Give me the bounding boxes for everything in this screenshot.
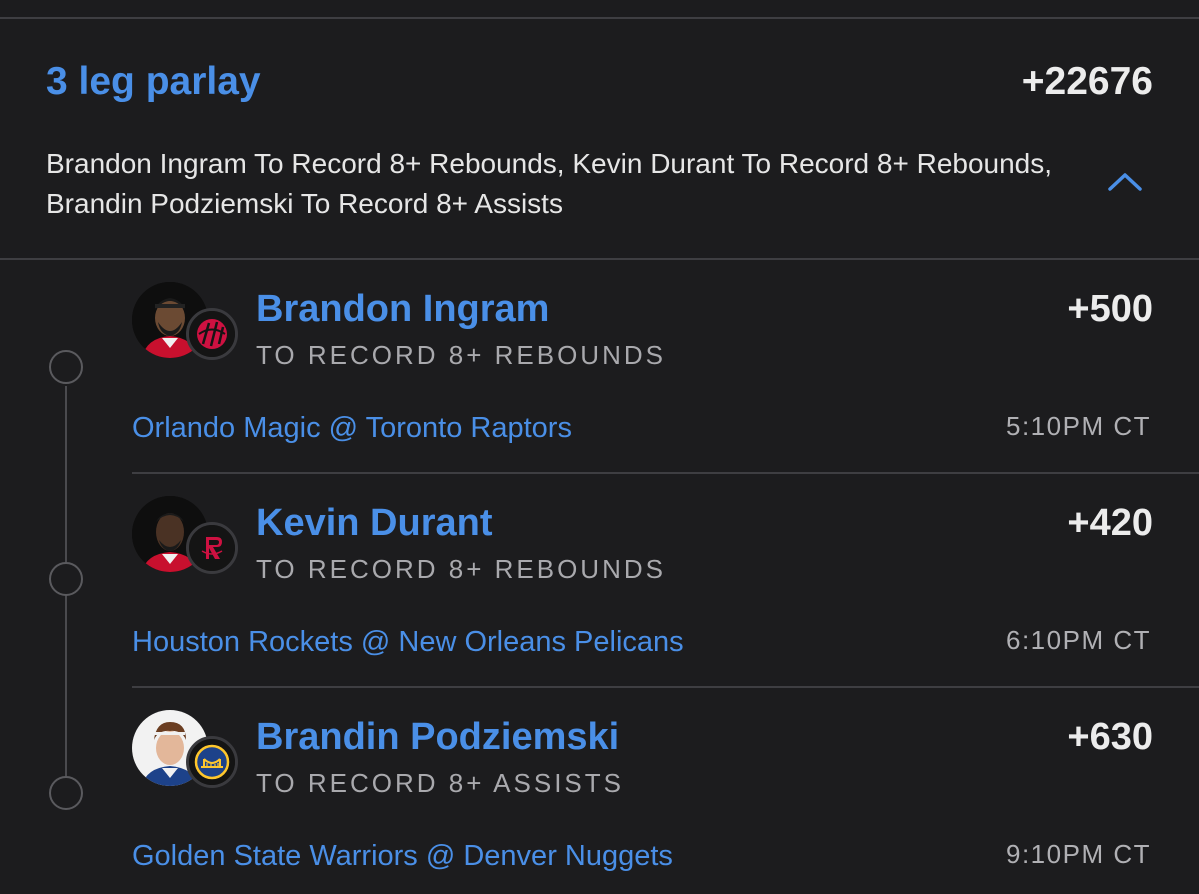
- parlay-title[interactable]: 3 leg parlay: [46, 58, 261, 106]
- player-name[interactable]: Kevin Durant: [256, 500, 492, 546]
- game-link[interactable]: Orlando Magic @ Toronto Raptors: [132, 410, 572, 446]
- market-label: TO RECORD 8+ ASSISTS: [256, 768, 625, 798]
- game-link[interactable]: Golden State Warriors @ Denver Nuggets: [132, 838, 673, 874]
- player-avatar-group: [132, 282, 242, 364]
- game-link[interactable]: Houston Rockets @ New Orleans Pelicans: [132, 624, 684, 660]
- parlay-card: 3 leg parlay +22676 Brandon Ingram To Re…: [0, 0, 1199, 894]
- game-time: 5:10PM CT: [1006, 411, 1151, 441]
- parlay-description: Brandon Ingram To Record 8+ Rebounds, Ke…: [46, 148, 1053, 219]
- player-name[interactable]: Brandin Podziemski: [256, 714, 619, 760]
- leg-row[interactable]: Brandon Ingram +500 TO RECORD 8+ REBOUND…: [0, 260, 1199, 474]
- top-divider: [0, 17, 1199, 19]
- leg-row[interactable]: Kevin Durant +420 TO RECORD 8+ REBOUNDS …: [0, 474, 1199, 688]
- player-avatar-group: [132, 710, 242, 792]
- game-time: 6:10PM CT: [1006, 625, 1151, 655]
- rockets-logo-icon: [186, 522, 238, 574]
- market-label: TO RECORD 8+ REBOUNDS: [256, 554, 666, 584]
- raptors-logo-icon: [186, 308, 238, 360]
- parlay-odds: +22676: [1021, 60, 1153, 103]
- leg-odds: +420: [1067, 502, 1153, 544]
- leg-row[interactable]: Brandin Podziemski +630 TO RECORD 8+ ASS…: [0, 688, 1199, 894]
- chevron-up-icon[interactable]: [1107, 170, 1143, 192]
- leg-odds: +500: [1067, 288, 1153, 330]
- market-label: TO RECORD 8+ REBOUNDS: [256, 340, 666, 370]
- player-name[interactable]: Brandon Ingram: [256, 286, 549, 332]
- player-avatar-group: [132, 496, 242, 578]
- leg-odds: +630: [1067, 716, 1153, 758]
- game-time: 9:10PM CT: [1006, 839, 1151, 869]
- warriors-logo-icon: [186, 736, 238, 788]
